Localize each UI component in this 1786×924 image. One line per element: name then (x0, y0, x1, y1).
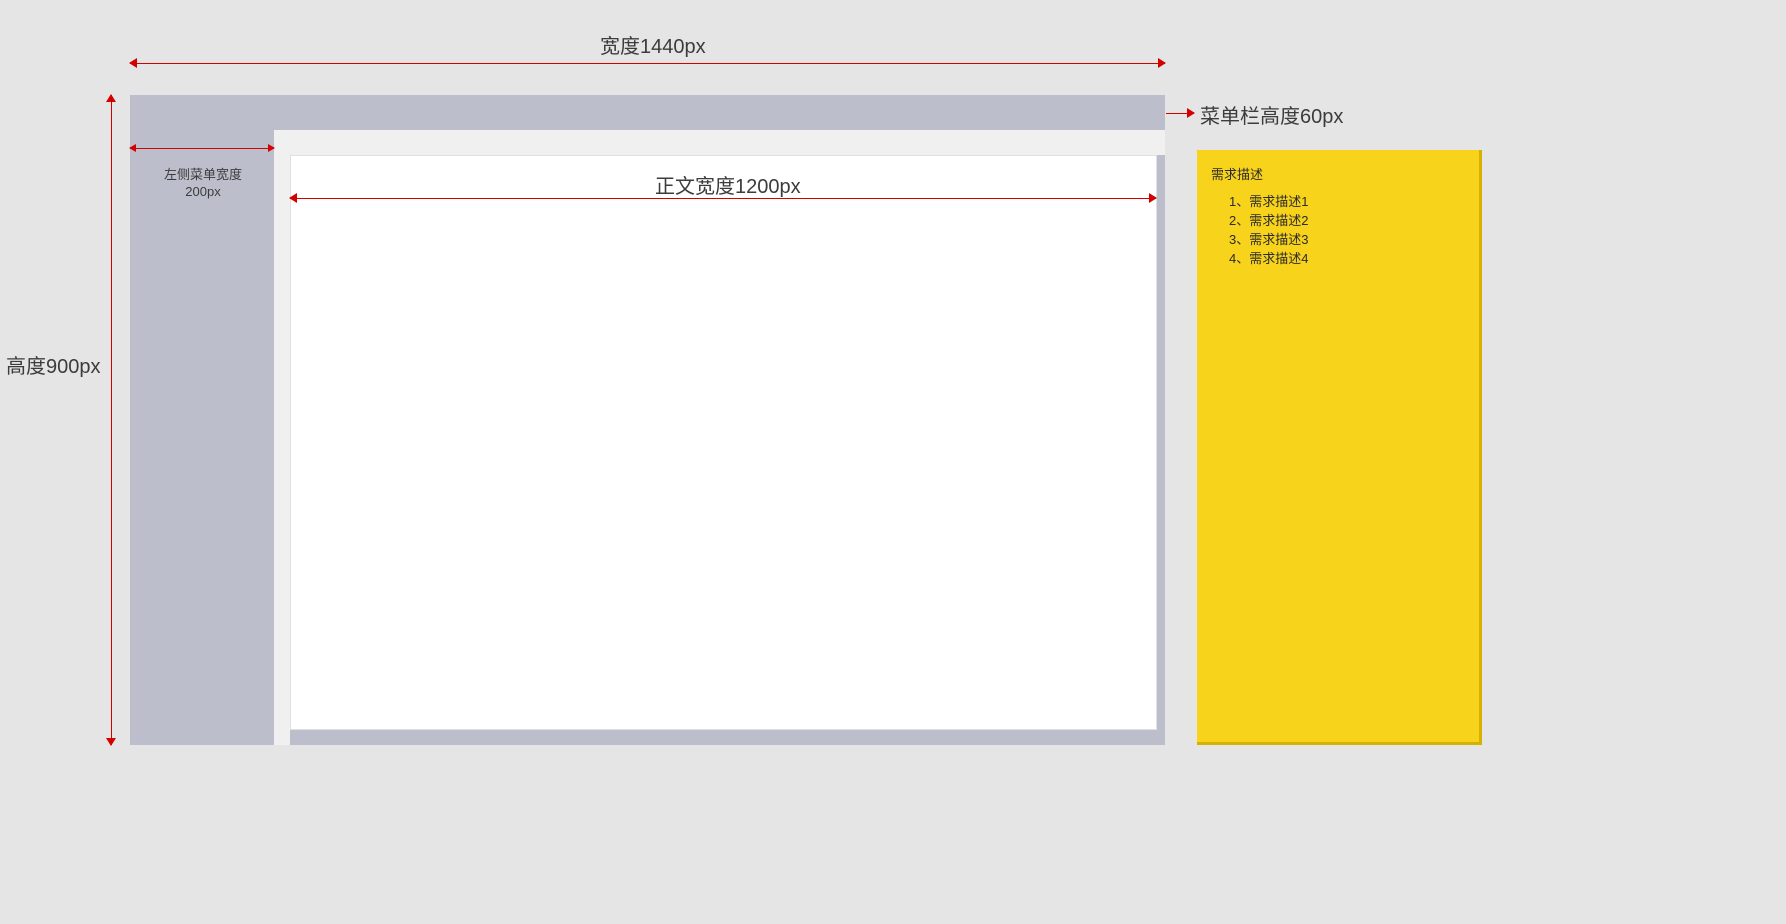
requirements-title: 需求描述 (1211, 164, 1465, 183)
dimension-label-total-height: 高度900px (6, 350, 101, 379)
dimension-label-sidebar-width-line2: 200px (185, 184, 220, 199)
app-frame (130, 95, 1165, 745)
dimension-line-total-height (111, 95, 112, 745)
main-content-area (290, 155, 1157, 730)
left-sidebar (130, 130, 274, 745)
dimension-label-sidebar-width-line1: 左侧菜单宽度 (164, 167, 242, 182)
dimension-label-sidebar-width: 左侧菜单宽度 200px (155, 167, 251, 201)
dimension-label-total-width: 宽度1440px (600, 30, 706, 59)
content-top-gap (274, 130, 1165, 155)
requirement-item: 4、需求描述4 (1229, 250, 1465, 269)
requirement-item: 1、需求描述1 (1229, 193, 1465, 212)
top-menu-bar (130, 95, 1165, 130)
dimension-arrow-menu-height (1166, 113, 1194, 114)
dimension-label-content-width: 正文宽度1200px (655, 170, 801, 199)
requirements-panel: 需求描述 1、需求描述1 2、需求描述2 3、需求描述3 4、需求描述4 (1197, 150, 1482, 745)
sidebar-gap (274, 130, 290, 745)
dimension-line-sidebar-width (130, 148, 274, 149)
requirement-item: 2、需求描述2 (1229, 212, 1465, 231)
dimension-line-total-width (130, 63, 1165, 64)
dimension-label-menu-height: 菜单栏高度60px (1200, 100, 1343, 129)
requirement-item: 3、需求描述3 (1229, 231, 1465, 250)
